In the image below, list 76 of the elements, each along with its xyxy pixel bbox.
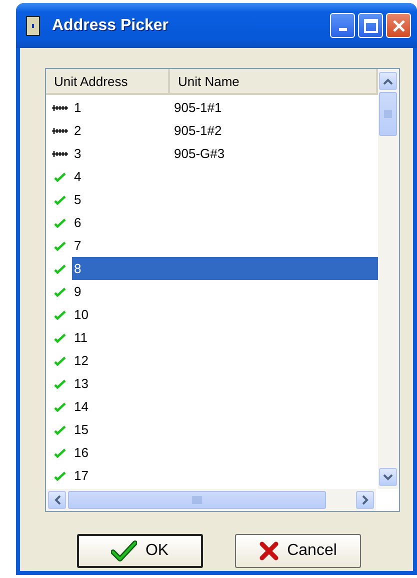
cancel-button[interactable]: Cancel: [235, 534, 361, 568]
minimize-icon: [338, 28, 346, 31]
connector-icon: [52, 104, 68, 112]
address-text: 11: [73, 329, 88, 347]
chevron-up-icon: [383, 78, 393, 84]
unit-name-text: 905-1#1: [173, 100, 222, 115]
address-text: 5: [73, 191, 82, 209]
list-row[interactable]: 16: [46, 441, 378, 464]
close-icon: [392, 18, 406, 32]
address-text: 9: [73, 283, 82, 301]
address-text: 4: [73, 168, 82, 186]
address-text: 7: [73, 237, 82, 255]
chevron-left-icon: [54, 495, 60, 505]
chevron-right-icon: [362, 495, 368, 505]
check-icon: [53, 378, 67, 390]
close-button[interactable]: [386, 13, 411, 38]
ok-button[interactable]: OK: [77, 534, 203, 568]
address-text: 13: [73, 375, 90, 393]
maximize-button[interactable]: [358, 13, 383, 38]
check-icon: [53, 470, 67, 482]
check-icon: [53, 354, 67, 366]
list-row[interactable]: 5: [46, 188, 378, 211]
app-icon: [26, 16, 40, 36]
scroll-right-button[interactable]: [356, 491, 374, 509]
check-icon: [53, 446, 67, 458]
address-text: 10: [73, 306, 90, 324]
list-row[interactable]: 17: [46, 464, 378, 487]
check-icon: [53, 216, 67, 228]
list-row[interactable]: 4: [46, 165, 378, 188]
check-icon: [53, 400, 67, 412]
chevron-down-icon: [383, 474, 393, 480]
minimize-button[interactable]: [330, 13, 355, 38]
check-icon: [53, 308, 67, 320]
check-icon: [53, 332, 67, 344]
list-row[interactable]: 7: [46, 234, 378, 257]
address-text: 3: [73, 145, 82, 163]
address-text: 6: [73, 214, 82, 232]
list-row[interactable]: 13: [46, 372, 378, 395]
scrollbar-thumb[interactable]: [68, 491, 326, 509]
unit-name-text: 905-1#2: [173, 123, 222, 138]
address-text: 14: [73, 398, 90, 416]
list-row[interactable]: 10: [46, 303, 378, 326]
list-row[interactable]: 2 905-1#2: [46, 119, 378, 142]
list-row[interactable]: 15: [46, 418, 378, 441]
address-text: 12: [73, 352, 90, 370]
connector-icon: [52, 126, 68, 134]
check-icon: [53, 170, 67, 182]
scroll-down-button[interactable]: [379, 468, 397, 486]
check-icon: [53, 424, 67, 436]
unit-name-text: 905-G#3: [173, 146, 225, 161]
connector-icon: [52, 150, 68, 158]
check-icon: [111, 540, 138, 562]
address-text: 2: [73, 122, 82, 140]
scroll-left-button[interactable]: [48, 491, 66, 509]
list-row[interactable]: 14: [46, 395, 378, 418]
list-row[interactable]: 1 905-1#1: [46, 96, 378, 119]
column-header[interactable]: Unit Address: [46, 69, 170, 93]
scroll-up-button[interactable]: [379, 72, 397, 90]
list-row[interactable]: 3 905-G#3: [46, 142, 378, 165]
cross-icon: [259, 541, 280, 561]
window-title: Address Picker: [52, 16, 170, 34]
list-row[interactable]: 9: [46, 280, 378, 303]
address-text: 1: [73, 99, 82, 117]
scrollbar-thumb[interactable]: [379, 92, 397, 136]
address-text: 15: [73, 421, 90, 439]
check-icon: [53, 240, 67, 252]
list-row[interactable]: 11: [46, 326, 378, 349]
check-icon: [53, 286, 67, 298]
maximize-icon: [364, 18, 378, 32]
address-text: 16: [73, 444, 90, 462]
address-text: 17: [73, 467, 90, 485]
list-row[interactable]: 6: [46, 211, 378, 234]
check-icon: [53, 194, 67, 206]
list-row[interactable]: 12: [46, 349, 378, 372]
check-icon: [53, 262, 67, 274]
address-text: 8: [73, 260, 82, 278]
